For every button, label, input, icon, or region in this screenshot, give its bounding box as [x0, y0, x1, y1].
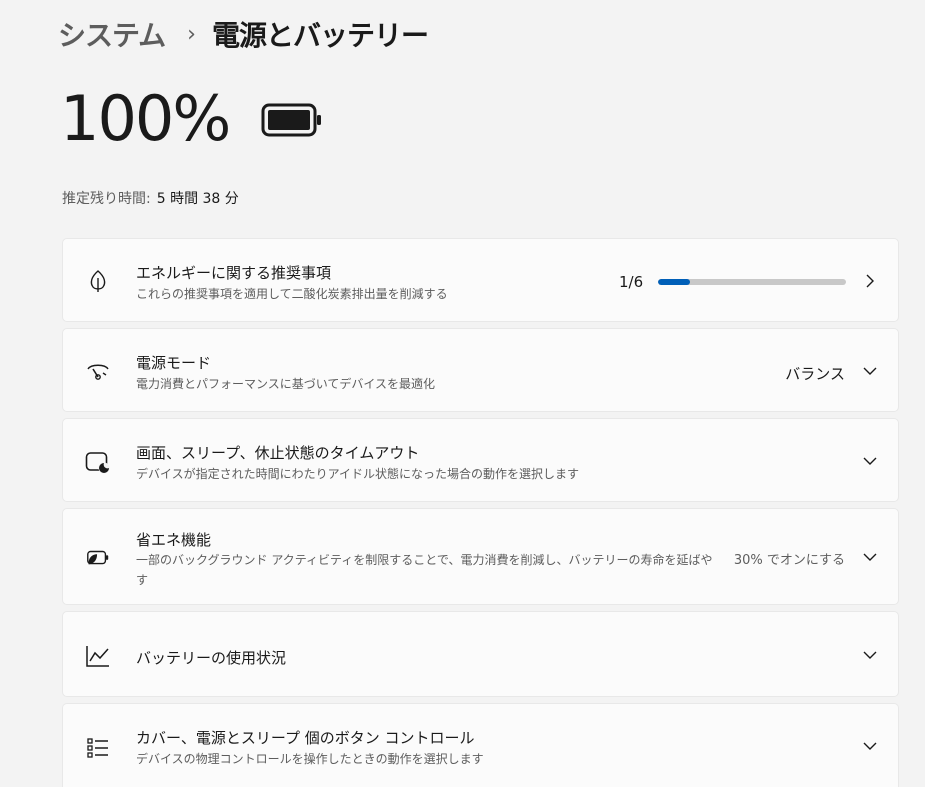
power-mode-select[interactable]: バランス	[785, 363, 845, 384]
recommendations-progress-fill	[658, 279, 690, 285]
recommendations-progress-bar	[658, 279, 846, 285]
chevron-down-icon[interactable]	[862, 738, 878, 754]
chevron-down-icon[interactable]	[862, 363, 878, 379]
screen-sleep-icon	[85, 450, 111, 476]
screen-sleep-timeout-card[interactable]: 画面、スリープ、休止状態のタイムアウト デバイスが指定された時間にわたりアイドル…	[62, 418, 899, 502]
battery-saver-card[interactable]: 省エネ機能 一部のバックグラウンド アクティビティを制限することで、電力消費を削…	[62, 508, 899, 605]
power-mode-desc: 電力消費とパフォーマンスに基づいてデバイスを最適化	[136, 377, 436, 391]
button-controls-title: カバー、電源とスリープ 個のボタン コントロール	[136, 729, 475, 747]
energy-recommendations-desc: これらの推奨事項を適用して二酸化炭素排出量を削減する	[136, 287, 448, 301]
energy-recommendations-title: エネルギーに関する推奨事項	[136, 264, 332, 282]
chevron-down-icon[interactable]	[862, 549, 878, 565]
power-mode-gauge-icon	[85, 358, 111, 384]
battery-percent: 100%	[60, 82, 231, 155]
chevron-down-icon[interactable]	[862, 453, 878, 469]
button-controls-card[interactable]: カバー、電源とスリープ 個のボタン コントロール デバイスの物理コントロールを操…	[62, 703, 899, 787]
remaining-time: 推定残り時間: 5 時間 38 分	[62, 188, 239, 208]
battery-saver-threshold[interactable]: 30% でオンにする	[734, 549, 845, 568]
button-controls-desc: デバイスの物理コントロールを操作したときの動作を選択します	[136, 752, 484, 766]
line-chart-icon	[85, 643, 111, 669]
battery-usage-title: バッテリーの使用状況	[136, 649, 287, 667]
battery-usage-card[interactable]: バッテリーの使用状況	[62, 611, 899, 697]
remaining-time-label: 推定残り時間:	[62, 191, 151, 207]
battery-saver-title: 省エネ機能	[136, 531, 212, 549]
screen-sleep-timeout-desc: デバイスが指定された時間にわたりアイドル状態になった場合の動作を選択します	[136, 467, 580, 481]
recommendations-count: 1/6	[619, 273, 644, 291]
breadcrumb: システム › 電源とバッテリー	[58, 12, 429, 56]
battery-saver-desc-line2: す	[136, 573, 149, 587]
leaf-icon	[85, 268, 111, 294]
power-mode-title: 電源モード	[136, 354, 212, 372]
chevron-right-icon	[862, 273, 878, 289]
power-mode-card[interactable]: 電源モード 電力消費とパフォーマンスに基づいてデバイスを最適化 バランス	[62, 328, 899, 412]
page-title: 電源とバッテリー	[211, 19, 429, 52]
remaining-time-value: 5 時間 38 分	[156, 191, 239, 207]
energy-recommendations-card[interactable]: エネルギーに関する推奨事項 これらの推奨事項を適用して二酸化炭素排出量を削減する…	[62, 238, 899, 322]
screen-sleep-timeout-title: 画面、スリープ、休止状態のタイムアウト	[136, 444, 420, 462]
battery-full-icon	[261, 103, 323, 141]
battery-saver-icon	[85, 545, 111, 571]
list-icon	[85, 735, 111, 761]
battery-status: 100%	[60, 88, 323, 150]
breadcrumb-system-link[interactable]: システム	[58, 14, 166, 54]
battery-saver-desc-line1: 一部のバックグラウンド アクティビティを制限することで、電力消費を削減し、バッテ…	[136, 553, 713, 567]
breadcrumb-separator: ›	[187, 21, 196, 47]
chevron-down-icon[interactable]	[862, 647, 878, 663]
